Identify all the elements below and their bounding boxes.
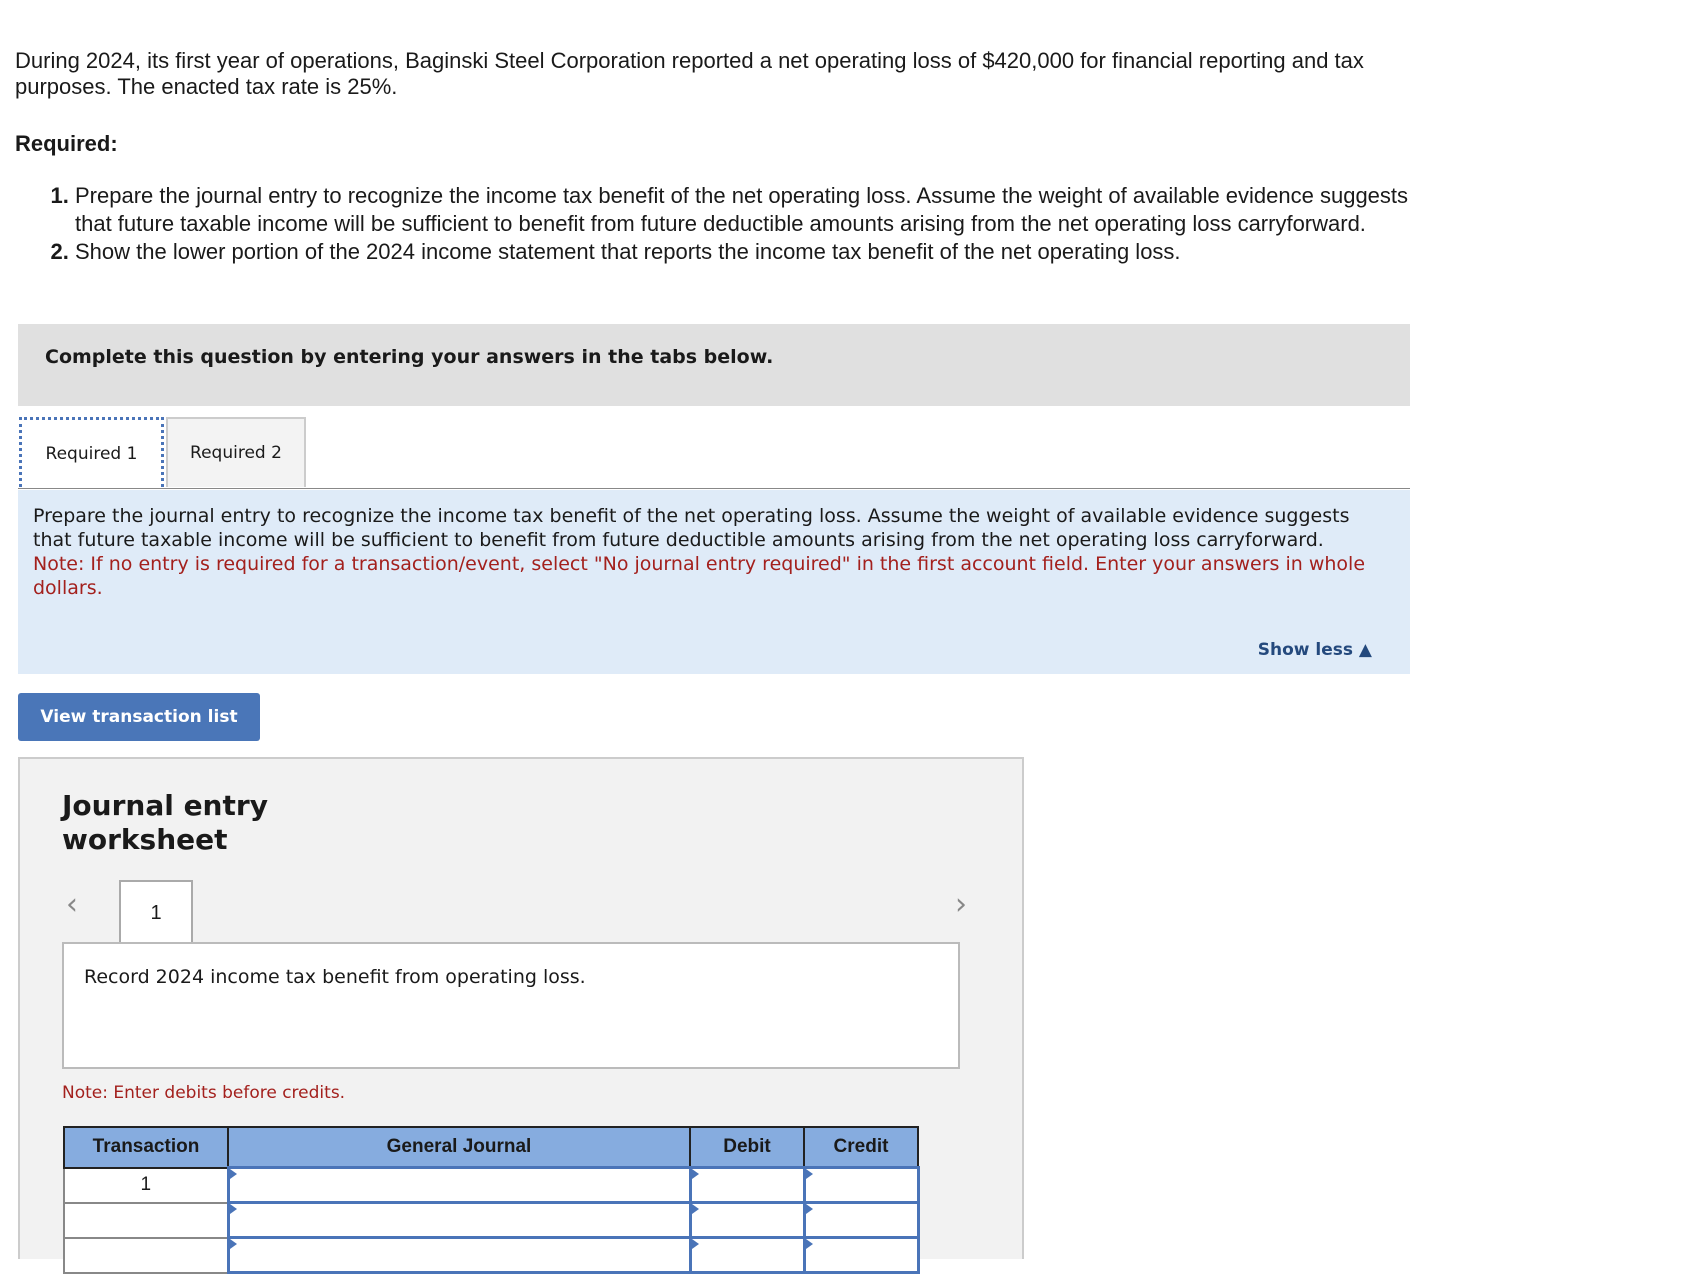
table-row: 1 (63, 1166, 920, 1204)
credit-input[interactable] (802, 1166, 920, 1204)
instructions-panel: Prepare the journal entry to recognize t… (18, 490, 1410, 674)
tab-divider (18, 488, 1410, 489)
transaction-cell (63, 1201, 229, 1239)
table-row (63, 1236, 920, 1274)
worksheet-title-line: Journal entry (62, 789, 268, 822)
account-input[interactable] (226, 1201, 692, 1239)
header-debit: Debit (689, 1126, 805, 1169)
tab-required-1[interactable]: Required 1 (19, 417, 164, 487)
transaction-cell (63, 1236, 229, 1274)
journal-entry-worksheet: Journal entry worksheet ‹ 1 › Record 202… (18, 757, 1024, 1274)
requirements-list: Prepare the journal entry to recognize t… (0, 182, 1435, 266)
header-transaction: Transaction (63, 1126, 229, 1169)
transaction-description: Record 2024 income tax benefit from oper… (62, 942, 960, 1069)
instructions-banner: Complete this question by entering your … (18, 324, 1410, 406)
transaction-cell: 1 (63, 1166, 229, 1204)
debits-note: Note: Enter debits before credits. (62, 1083, 346, 1103)
credit-input[interactable] (802, 1236, 920, 1274)
account-input[interactable] (226, 1236, 692, 1274)
debit-input[interactable] (688, 1236, 806, 1274)
requirement-item: Show the lower portion of the 2024 incom… (75, 238, 1435, 266)
credit-input[interactable] (802, 1201, 920, 1239)
description-text: Record 2024 income tax benefit from oper… (84, 966, 586, 988)
account-input[interactable] (226, 1166, 692, 1204)
header-credit: Credit (803, 1126, 919, 1169)
show-less-link[interactable]: Show less ▲ (1258, 640, 1372, 660)
instructions-text: Prepare the journal entry to recognize t… (33, 505, 1350, 551)
worksheet-title: Journal entry worksheet (62, 789, 268, 857)
worksheet-title-line: worksheet (62, 823, 228, 856)
debit-input[interactable] (688, 1166, 806, 1204)
requirement-item: Prepare the journal entry to recognize t… (75, 182, 1435, 238)
problem-intro: During 2024, its first year of operation… (15, 48, 1364, 99)
chevron-right-icon[interactable]: › (955, 887, 967, 922)
view-transaction-list-button[interactable]: View transaction list (18, 693, 260, 741)
table-row (63, 1201, 920, 1239)
tab-required-2[interactable]: Required 2 (166, 417, 306, 487)
worksheet-page-tab[interactable]: 1 (119, 880, 193, 944)
chevron-left-icon[interactable]: ‹ (66, 887, 78, 922)
journal-table: Transaction General Journal Debit Credit… (63, 1126, 920, 1274)
debit-input[interactable] (688, 1201, 806, 1239)
instructions-note: Note: If no entry is required for a tran… (33, 553, 1366, 599)
header-general-journal: General Journal (227, 1126, 691, 1169)
banner-text: Complete this question by entering your … (45, 346, 774, 368)
required-heading: Required: (15, 131, 118, 156)
